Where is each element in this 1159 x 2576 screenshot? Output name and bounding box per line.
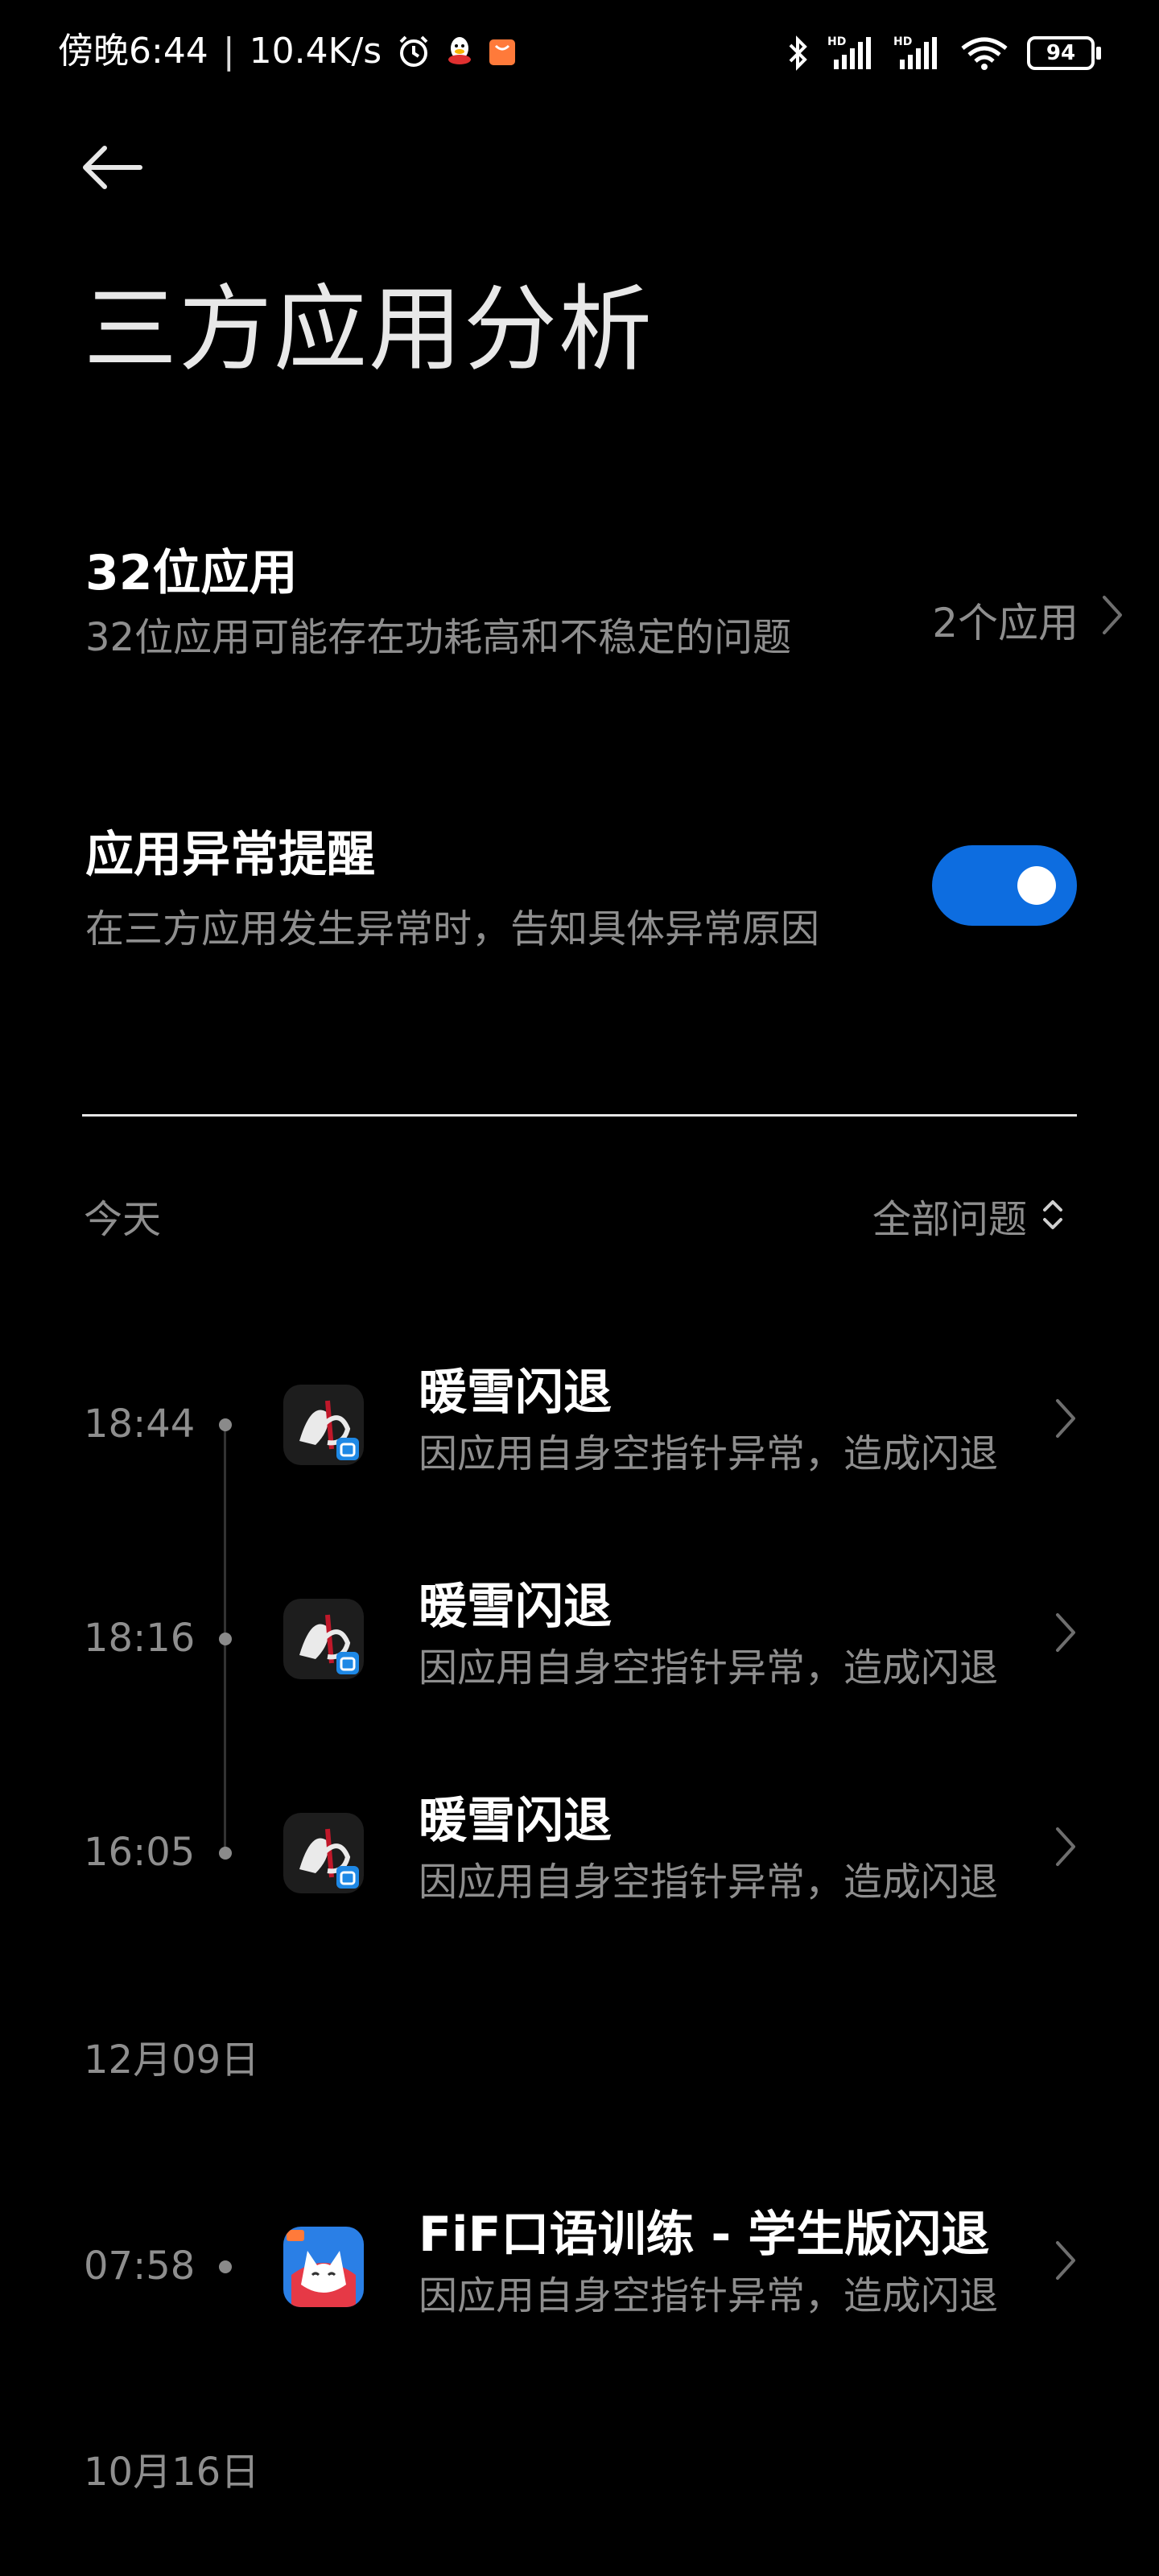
event-title: 暖雪闪退 (419, 1579, 612, 1635)
timeline-dot (219, 1418, 232, 1431)
timeline-dot (219, 1633, 232, 1645)
sort-updown-icon (1041, 1191, 1064, 1248)
nuanxue-app-icon (283, 1599, 364, 1679)
section-today-label: 今天 (84, 1197, 162, 1242)
section-date-label: 12月09日 (84, 2037, 260, 2083)
event-reason: 因应用自身空指针异常，造成闪退 (419, 2273, 999, 2318)
section-divider (82, 1114, 1077, 1117)
nuanxue-app-icon (283, 1385, 364, 1465)
svg-text:HD: HD (827, 35, 846, 48)
status-time: 傍晚6:44 (58, 31, 208, 72)
event-time: 18:44 (84, 1402, 196, 1447)
bit32-value: 2个应用 (932, 591, 1124, 649)
chevron-right-icon (1054, 1397, 1077, 1443)
chevron-right-icon (1054, 1612, 1077, 1657)
bit32-subtitle: 32位应用可能存在功耗高和不稳定的问题 (85, 615, 792, 660)
event-title: 暖雪闪退 (419, 1793, 612, 1849)
battery-indicator: 94 (1027, 36, 1101, 70)
alert-toggle[interactable] (932, 845, 1077, 926)
event-time: 18:16 (84, 1616, 196, 1661)
battery-level: 94 (1046, 41, 1076, 65)
timeline-dot (219, 2260, 232, 2273)
crash-event-item[interactable]: 16:05 暖雪闪退 因应用自身空指针异常，造成闪退 (84, 1789, 1077, 1918)
event-reason: 因应用自身空指针异常，造成闪退 (419, 1431, 999, 1476)
status-bar-right: HD HD 94 (786, 31, 1101, 76)
crash-event-item[interactable]: 07:58 FiF口语训练 - 学生版闪退 因应用自身空指针异常，造成闪退 (84, 2202, 1077, 2331)
event-title: FiF口语训练 - 学生版闪退 (419, 2207, 990, 2263)
qq-icon (446, 35, 473, 68)
app-exception-alert-row: 应用异常提醒 在三方应用发生异常时，告知具体异常原因 (85, 821, 1077, 966)
section-date-label: 10月16日 (84, 2450, 260, 2495)
filter-label: 全部问题 (872, 1197, 1027, 1242)
fif-app-icon (283, 2227, 364, 2307)
chevron-right-icon (1054, 1826, 1077, 1871)
event-reason: 因应用自身空指针异常，造成闪退 (419, 1645, 999, 1690)
timeline-dot (219, 1847, 232, 1860)
crash-event-item[interactable]: 18:16 暖雪闪退 因应用自身空指针异常，造成闪退 (84, 1575, 1077, 1703)
bit32-title: 32位应用 (85, 545, 298, 601)
chevron-right-icon (1054, 2240, 1077, 2285)
bit32-apps-row[interactable]: 32位应用 32位应用可能存在功耗高和不稳定的问题 2个应用 (85, 539, 1124, 724)
toggle-knob (1017, 866, 1056, 905)
back-arrow-icon (77, 142, 145, 196)
notification-icon (488, 36, 517, 67)
back-button[interactable] (77, 137, 158, 201)
bluetooth-icon (786, 34, 810, 72)
wifi-icon (959, 34, 1009, 72)
alert-title: 应用异常提醒 (85, 827, 375, 883)
signal-hd-icon: HD (827, 34, 876, 72)
svg-text:HD: HD (893, 35, 912, 48)
page-title: 三方应用分析 (84, 275, 654, 384)
signal-hd-icon: HD (893, 34, 942, 72)
crash-event-item[interactable]: 18:44 暖雪闪退 因应用自身空指针异常，造成闪退 (84, 1360, 1077, 1489)
network-speed: 10.4K/s (249, 31, 382, 72)
status-bar-left: 傍晚6:44 | 10.4K/s (58, 27, 517, 76)
event-reason: 因应用自身空指针异常，造成闪退 (419, 1860, 999, 1905)
event-time: 16:05 (84, 1830, 196, 1875)
bit32-count: 2个应用 (932, 600, 1079, 646)
status-separator: | (222, 31, 235, 72)
problem-filter-dropdown[interactable]: 全部问题 (872, 1191, 1064, 1248)
alert-subtitle: 在三方应用发生异常时，告知具体异常原因 (85, 906, 820, 952)
alarm-icon (396, 34, 431, 69)
nuanxue-app-icon (283, 1813, 364, 1893)
chevron-right-icon (1101, 594, 1124, 646)
event-title: 暖雪闪退 (419, 1364, 612, 1421)
event-time: 07:58 (84, 2244, 196, 2289)
